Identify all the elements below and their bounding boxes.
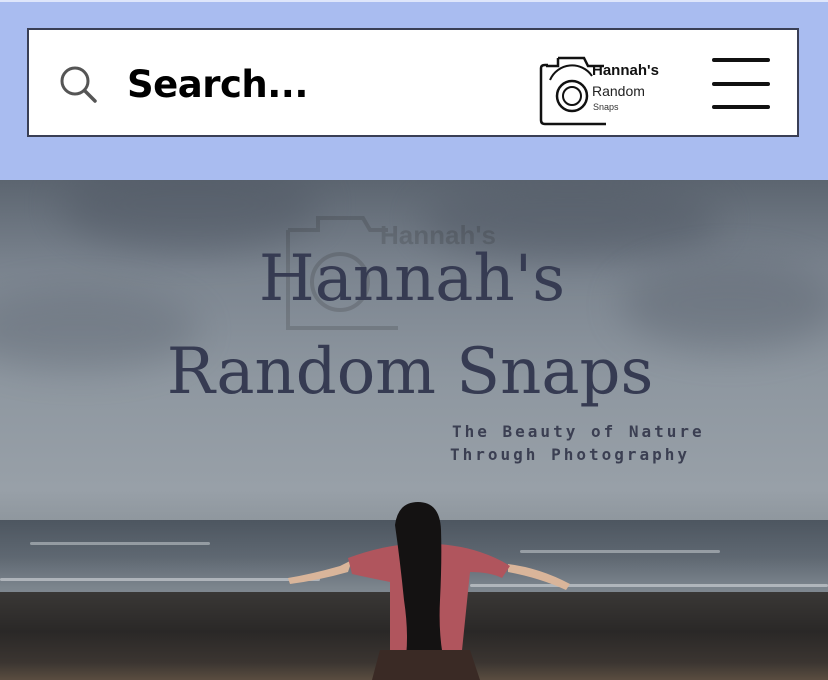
menu-bar-top (712, 58, 770, 62)
logo-line-1: Hannah's (592, 62, 659, 79)
top-rim (0, 0, 828, 2)
menu-bar-middle (712, 82, 770, 86)
hamburger-menu-icon[interactable] (712, 56, 770, 112)
logo-line-2: Random (592, 83, 645, 99)
logo-line-3: Snaps (593, 102, 619, 112)
menu-bar-bottom (712, 105, 770, 109)
site-logo[interactable]: Hannah's Random Snaps (536, 50, 686, 128)
search-input[interactable]: Search... (127, 60, 308, 110)
search-icon[interactable] (58, 64, 100, 106)
person-figure (288, 502, 570, 680)
